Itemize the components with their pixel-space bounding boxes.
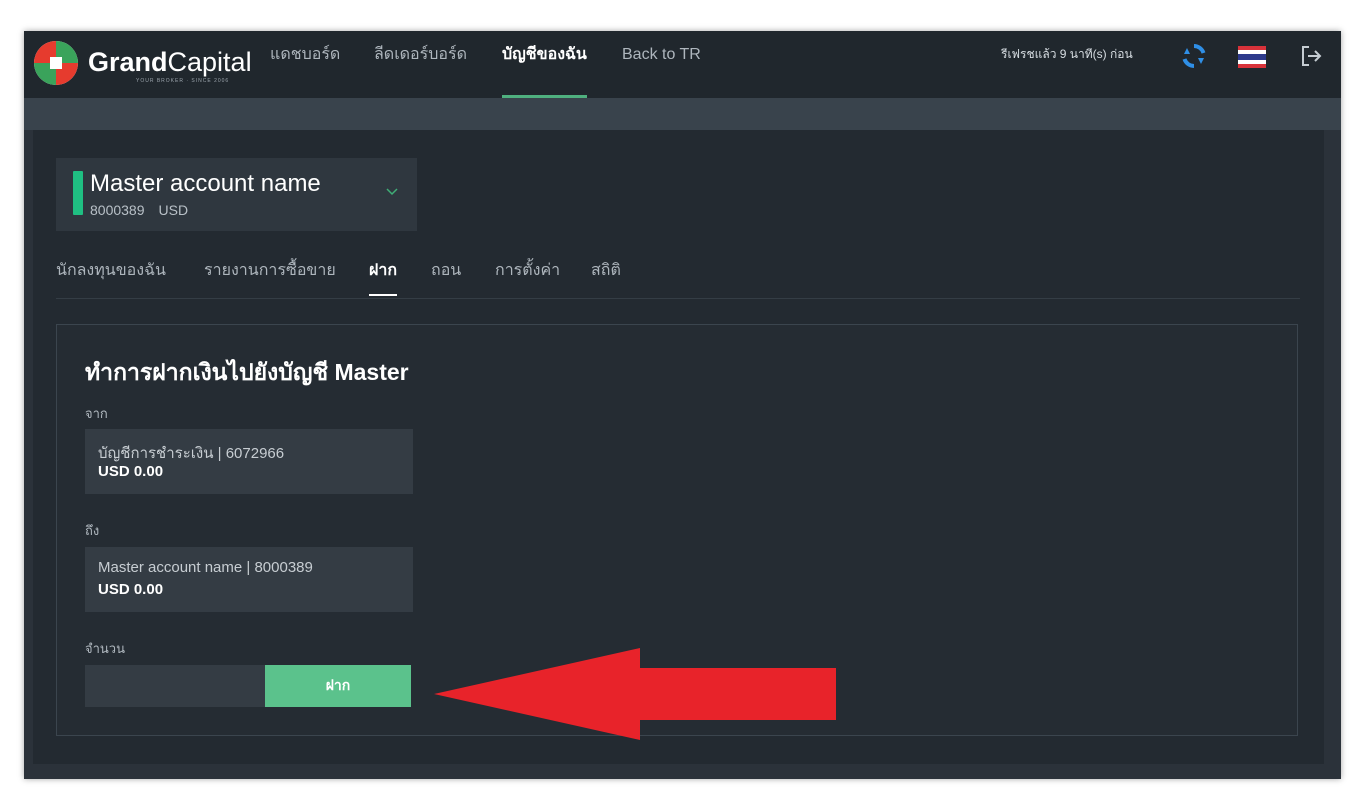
account-details: 8000389 USD [90,202,188,218]
deposit-button[interactable]: ฝาก [265,665,411,707]
refresh-icon[interactable] [1179,41,1209,71]
brand-name: GrandCapital [88,47,252,77]
to-account-balance: USD 0.00 [98,581,164,598]
top-navigation-bar: GrandCapital YOUR BROKER · SINCE 2006 แด… [24,31,1341,98]
amount-label: จำนวน [85,641,125,656]
tab-withdraw[interactable]: ถอน [431,258,461,283]
form-title: ทำการฝากเงินไปยังบัญชี Master [85,359,409,385]
chevron-down-icon [386,188,398,196]
to-account-text: Master account name | 8000389 [98,559,313,576]
nav-dashboard[interactable]: แดชบอร์ด [270,31,340,98]
from-account-field[interactable]: บัญชีการชำระเงิน | 6072966 USD 0.00 [85,429,413,494]
account-selector[interactable]: Master account name 8000389 USD [56,158,417,231]
to-account-field[interactable]: Master account name | 8000389 USD 0.00 [85,547,413,612]
last-refresh-text: รีเฟรชแล้ว 9 นาที(s) ก่อน [1001,47,1133,61]
logout-icon[interactable] [1296,41,1326,71]
tab-settings[interactable]: การตั้งค่า [495,258,560,283]
to-label: ถึง [85,523,100,538]
account-tabs: นักลงทุนของฉัน รายงานการซื้อขาย ฝาก ถอน … [56,252,1300,299]
brand-tagline: YOUR BROKER · SINCE 2006 [136,78,230,84]
tab-active-indicator [369,294,398,296]
account-currency: USD [158,202,189,218]
thailand-flag-icon[interactable] [1237,41,1267,71]
tab-deposit[interactable]: ฝาก [369,258,398,296]
red-arrow-annotation [434,648,836,740]
nav-leaderboard[interactable]: ลีดเดอร์บอร์ด [374,31,467,98]
nav-back-to-tr[interactable]: Back to TR [622,31,701,98]
tab-my-investors[interactable]: นักลงทุนของฉัน [56,258,166,283]
from-label: จาก [85,406,108,421]
from-account-text: บัญชีการชำระเงิน | 6072966 [98,445,285,462]
account-number: 8000389 [90,202,145,218]
account-color-indicator [73,171,83,215]
amount-input[interactable] [85,665,265,707]
tab-statistics[interactable]: สถิติ [591,258,621,283]
brand-logo[interactable]: GrandCapital YOUR BROKER · SINCE 2006 [32,39,252,87]
tab-trading-report[interactable]: รายงานการซื้อขาย [204,258,336,283]
from-account-balance: USD 0.00 [98,463,164,480]
account-name: Master account name [90,170,321,197]
nav-my-accounts[interactable]: บัญชีของฉัน [502,31,587,98]
subheader-strip [24,98,1341,130]
grandcapital-logo-icon [34,41,78,85]
